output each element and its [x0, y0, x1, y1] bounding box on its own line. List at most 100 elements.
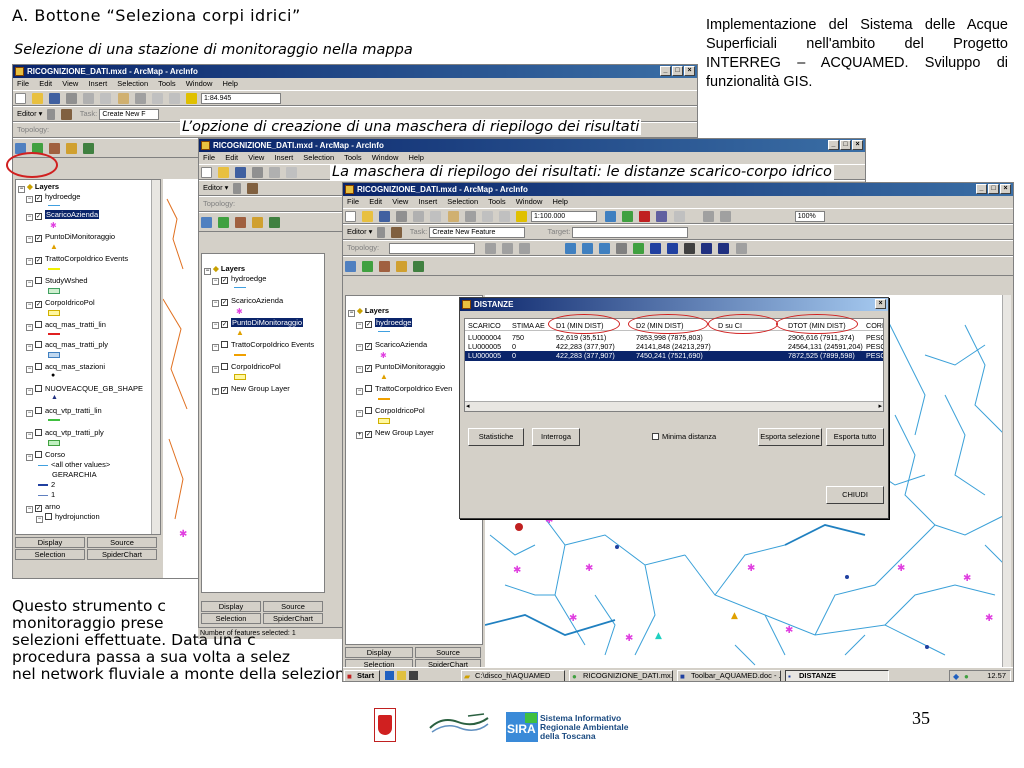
task-combo[interactable]: Create New F [99, 109, 160, 120]
paste-icon[interactable] [117, 93, 129, 104]
cut-icon[interactable] [83, 93, 95, 104]
cut-icon[interactable] [269, 167, 281, 178]
undo-icon[interactable] [481, 211, 493, 222]
menu-insert[interactable]: Insert [274, 153, 293, 162]
fixed-zoom-icon[interactable] [598, 243, 610, 254]
task-word-document[interactable]: ■ Toolbar_AQUAMED.doc - ... [677, 670, 781, 681]
scroll-left-icon[interactable]: ◂ [466, 402, 470, 411]
pan-icon[interactable] [615, 243, 627, 254]
select-water-bodies-icon[interactable] [345, 261, 356, 272]
toc-layer-trattocorpoidrico-events[interactable]: − ✓ TrattoCorpoIdrico Events [26, 254, 128, 265]
toc-layer-puntodimonitoraggio[interactable]: − ✓ PuntoDiMonitoraggio [26, 232, 115, 243]
redo-icon[interactable] [168, 93, 180, 104]
tab-display[interactable]: Display [345, 647, 413, 658]
menu-selection[interactable]: Selection [447, 197, 478, 206]
menu-file[interactable]: File [17, 79, 29, 88]
help-icon[interactable] [673, 211, 685, 222]
sketch-tool-icon[interactable] [246, 183, 258, 194]
menu-edit[interactable]: Edit [225, 153, 238, 162]
map-scarico-marker-icon[interactable]: ✱ [747, 563, 755, 574]
delete-icon[interactable] [134, 93, 146, 104]
grid-horizontal-scrollbar[interactable]: ◂ ▸ [465, 401, 883, 411]
esporta-tutto-button[interactable]: Esporta tutto [826, 428, 884, 446]
toc-layer-trattocorpoidrico-events[interactable]: − TrattoCorpoIdrico Even [356, 384, 452, 395]
toc-layer-acq-mas-tratti-lin[interactable]: − acq_mas_tratti_lin [26, 320, 106, 331]
menu-view[interactable]: View [248, 153, 264, 162]
scroll-right-icon[interactable]: ▸ [878, 402, 882, 411]
copy-icon[interactable] [286, 167, 298, 178]
topology-validate-icon[interactable] [519, 243, 531, 254]
new-document-icon[interactable] [15, 93, 26, 104]
save-icon[interactable] [379, 211, 391, 222]
zoom-out-icon[interactable] [581, 243, 593, 254]
map-scarico-marker-icon[interactable]: ✱ [585, 563, 593, 574]
dialog-close-button[interactable]: × [875, 299, 886, 309]
save-icon[interactable] [49, 93, 61, 104]
open-folder-icon[interactable] [32, 93, 44, 104]
tab-source[interactable]: Source [415, 647, 481, 658]
arccatalog-icon[interactable] [639, 211, 651, 222]
map-junction-dot[interactable] [845, 575, 849, 579]
toc-layer-corpoidricopol[interactable]: − ✓ CorpoIdricoPol [26, 298, 95, 309]
editor-menu[interactable]: Editor ▾ [203, 183, 228, 192]
menu-edit[interactable]: Edit [39, 79, 52, 88]
toc-layer-hydroedge[interactable]: − ✓ hydroedge [212, 274, 266, 285]
maximize-button[interactable]: □ [840, 140, 851, 150]
quicklaunch-desktop-icon[interactable] [409, 671, 418, 680]
add-data-icon[interactable] [185, 93, 197, 104]
home-icon[interactable] [413, 261, 425, 272]
menu-tools[interactable]: Tools [158, 79, 176, 88]
print-icon[interactable] [66, 93, 78, 104]
col-header-corp[interactable]: CORP [865, 321, 883, 331]
tray-network-icon[interactable]: ◆ [953, 672, 959, 681]
new-document-icon[interactable] [345, 211, 356, 222]
editor-menu[interactable]: Editor ▾ [17, 109, 42, 118]
menu-tools[interactable]: Tools [488, 197, 506, 206]
task-combo[interactable]: Create New Feature [429, 227, 526, 238]
edit-tool-icon[interactable] [46, 109, 55, 120]
toc-layer-studywshed[interactable]: − StudyWshed [26, 276, 88, 287]
select-features-icon[interactable] [684, 243, 696, 254]
toc-layer-acq-vtp-tratti-lin[interactable]: − acq_vtp_tratti_lin [26, 406, 102, 417]
interroga-button[interactable]: Interroga [532, 428, 580, 446]
topology-combo[interactable] [389, 243, 476, 254]
close-button[interactable]: × [1000, 184, 1011, 194]
task-arcmap[interactable]: ● RICOGNIZIONE_DATI.mx... [569, 670, 673, 681]
network-trace-icon[interactable] [235, 217, 247, 228]
map-station-triangle-icon[interactable]: ▲ [655, 631, 662, 641]
menu-window[interactable]: Window [372, 153, 399, 162]
toc-layer-hydrojunction[interactable]: − hydrojunction [36, 512, 100, 523]
map-scarico-marker-icon[interactable]: ✱ [897, 563, 905, 574]
toc-layer-scaricoazienda[interactable]: − ✓ ScaricoAzienda [212, 296, 283, 307]
add-data-icon[interactable] [515, 211, 527, 222]
topology-edit-icon[interactable] [502, 243, 514, 254]
quicklaunch-ie-icon[interactable] [385, 671, 394, 680]
full-extent-icon[interactable] [632, 243, 644, 254]
tab-source[interactable]: Source [87, 537, 157, 548]
new-document-icon[interactable] [201, 167, 212, 178]
toc-layer-scaricoazienda[interactable]: − ✓ ScaricoAzienda [356, 340, 427, 351]
menu-insert[interactable]: Insert [418, 197, 437, 206]
map-junction-dot[interactable] [925, 645, 929, 649]
edit-tool-icon[interactable] [232, 183, 241, 194]
editor-toolbar-icon[interactable] [605, 211, 617, 222]
layout-zoom-icon[interactable] [719, 211, 731, 222]
task-folder[interactable]: ▰ C:\disco_h\AQUAMED [461, 670, 565, 681]
spider-chart-icon[interactable] [66, 143, 78, 154]
home-icon[interactable] [83, 143, 95, 154]
map-junction-dot[interactable] [615, 545, 619, 549]
menu-selection[interactable]: Selection [117, 79, 148, 88]
spider-chart-icon[interactable] [252, 217, 264, 228]
minima-distanza-box[interactable] [652, 433, 659, 440]
col-header-stima-ae[interactable]: STIMA AE [511, 321, 551, 331]
start-button[interactable]: ■ Start [344, 670, 380, 681]
map-scale-combo[interactable]: 1:100.000 [531, 211, 598, 222]
toc-layer-trattocorpoidrico-events[interactable]: − TrattoCorpoIdrico Events [212, 340, 314, 351]
toc-1-scrollbar[interactable] [151, 180, 160, 534]
select-water-bodies-icon[interactable] [201, 217, 212, 228]
save-icon[interactable] [235, 167, 247, 178]
copy-icon[interactable] [430, 211, 442, 222]
map-scale-combo[interactable]: 1:84.945 [201, 93, 282, 104]
command-line-icon[interactable] [656, 211, 668, 222]
spider-chart-icon[interactable] [396, 261, 408, 272]
